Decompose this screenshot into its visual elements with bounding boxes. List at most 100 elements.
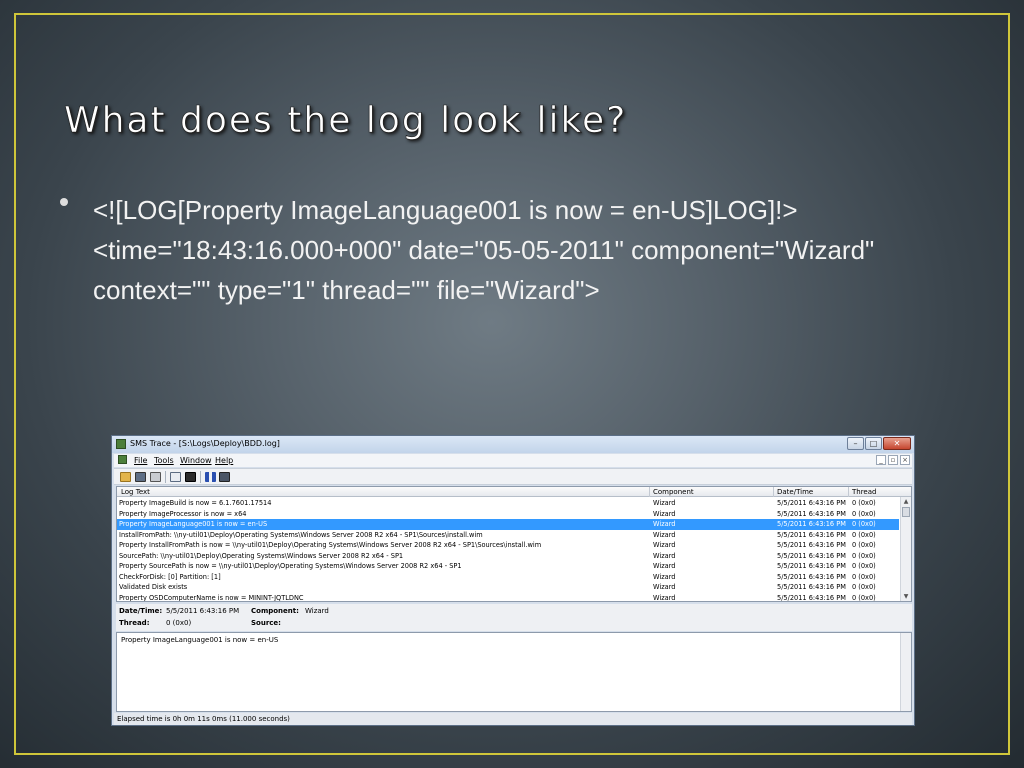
- table-row[interactable]: Property ImageBuild is now = 6.1.7601.17…: [117, 498, 899, 509]
- table-row[interactable]: Property ImageLanguage001 is now = en-US…: [117, 519, 899, 530]
- menu-file[interactable]: File: [134, 456, 147, 465]
- menu-help[interactable]: Help: [215, 456, 233, 465]
- table-row[interactable]: CheckForDisk: [0] Partition: [1] Wizard 5/…: [117, 572, 899, 583]
- row-component: Wizard: [653, 499, 676, 507]
- column-divider[interactable]: [773, 487, 774, 497]
- table-row[interactable]: Property InstallFromPath is now = \\ny-u…: [117, 540, 899, 551]
- row-log-text: Validated Disk exists: [119, 583, 188, 591]
- table-row[interactable]: Property ImageProcessor is now = x64 Wiza…: [117, 509, 899, 520]
- mdi-minimize-icon[interactable]: _: [876, 455, 886, 465]
- title-bar[interactable]: SMS Trace - [S:\Logs\Deploy\BDD.log] – □…: [112, 436, 914, 453]
- message-text: Property ImageLanguage001 is now = en-US: [121, 636, 279, 644]
- row-log-text: Property ImageProcessor is now = x64: [119, 509, 247, 518]
- row-log-text: Property InstallFromPath is now = \\ny-u…: [119, 541, 542, 549]
- column-thread[interactable]: Thread: [852, 488, 876, 496]
- mdi-restore-icon[interactable]: ▫: [888, 455, 898, 465]
- row-component: Wizard: [653, 509, 676, 518]
- find-icon[interactable]: [185, 472, 196, 482]
- row-log-text: Property SourcePath is now = \\ny-util01…: [119, 562, 462, 570]
- grid-scrollbar[interactable]: ▲ ▼: [900, 497, 911, 601]
- table-row[interactable]: Property SourcePath is now = \\ny-util01…: [117, 561, 899, 572]
- row-datetime: 5/5/2011 6:43:16 PM: [777, 562, 846, 570]
- menu-window[interactable]: Window: [180, 456, 212, 465]
- grid-header: Log Text Component Date/Time Thread: [117, 487, 911, 497]
- column-component[interactable]: Component: [653, 488, 694, 496]
- row-component: Wizard: [653, 583, 676, 591]
- row-thread: 0 (0x0): [852, 509, 876, 518]
- table-row[interactable]: SourcePath: \\ny-util01\Deploy\Operating…: [117, 551, 899, 562]
- status-bar: Elapsed time is 0h 0m 11s 0ms (11.000 se…: [114, 713, 912, 725]
- row-log-text: Property ImageBuild is now = 6.1.7601.17…: [119, 499, 272, 507]
- row-thread: 0 (0x0): [852, 551, 876, 560]
- copy-icon[interactable]: [170, 472, 181, 482]
- scroll-up-icon[interactable]: ▲: [901, 497, 911, 506]
- row-datetime: 5/5/2011 6:43:16 PM: [777, 551, 846, 560]
- row-component: Wizard: [653, 593, 676, 602]
- row-thread: 0 (0x0): [852, 562, 876, 570]
- row-log-text: CheckForDisk: [0] Partition: [1]: [119, 572, 221, 581]
- message-scrollbar[interactable]: [900, 633, 911, 711]
- save-icon[interactable]: [135, 472, 146, 482]
- close-button[interactable]: ✕: [883, 437, 911, 450]
- row-thread: 0 (0x0): [852, 520, 876, 528]
- column-datetime[interactable]: Date/Time: [777, 488, 813, 496]
- row-log-text: Property ImageLanguage001 is now = en-US: [119, 520, 268, 528]
- source-label: Source:: [251, 619, 281, 627]
- row-component: Wizard: [653, 551, 676, 560]
- row-component: Wizard: [653, 562, 676, 570]
- row-log-text: SourcePath: \\ny-util01\Deploy\Operating…: [119, 551, 404, 560]
- menu-tools[interactable]: Tools: [154, 456, 174, 465]
- row-datetime: 5/5/2011 6:43:16 PM: [777, 593, 846, 602]
- row-thread: 0 (0x0): [852, 572, 876, 581]
- document-icon[interactable]: [118, 455, 127, 464]
- row-datetime: 5/5/2011 6:43:16 PM: [777, 583, 846, 591]
- scroll-down-icon[interactable]: ▼: [901, 592, 911, 601]
- row-component: Wizard: [653, 572, 676, 581]
- column-divider[interactable]: [848, 487, 849, 497]
- datetime-value: 5/5/2011 6:43:16 PM: [166, 607, 240, 615]
- table-row[interactable]: Validated Disk exists Wizard 5/5/2011 6:43…: [117, 582, 899, 593]
- row-datetime: 5/5/2011 6:43:16 PM: [777, 509, 846, 518]
- layout-icon[interactable]: [219, 472, 230, 482]
- message-box[interactable]: Property ImageLanguage001 is now = en-US: [116, 632, 912, 712]
- column-divider[interactable]: [649, 487, 650, 497]
- window-title: SMS Trace - [S:\Logs\Deploy\BDD.log]: [130, 439, 280, 448]
- thread-value: 0 (0x0): [166, 619, 192, 627]
- open-folder-icon[interactable]: [120, 472, 131, 482]
- row-thread: 0 (0x0): [852, 499, 876, 507]
- row-datetime: 5/5/2011 6:43:16 PM: [777, 499, 846, 507]
- datetime-label: Date/Time:: [119, 607, 163, 615]
- row-datetime: 5/5/2011 6:43:16 PM: [777, 530, 846, 539]
- bullet-dot: [60, 198, 68, 206]
- slide-title: What does the log look like?: [64, 100, 628, 142]
- column-log-text[interactable]: Log Text: [121, 488, 150, 496]
- menu-bar: File Tools Window Help _ ▫ ×: [114, 454, 912, 467]
- row-component: Wizard: [653, 530, 676, 539]
- component-value: Wizard: [305, 607, 329, 615]
- print-icon[interactable]: [150, 472, 161, 482]
- row-datetime: 5/5/2011 6:43:16 PM: [777, 541, 846, 549]
- mdi-close-icon[interactable]: ×: [900, 455, 910, 465]
- toolbar: [114, 468, 912, 485]
- row-datetime: 5/5/2011 6:43:16 PM: [777, 572, 846, 581]
- toolbar-separator: [200, 471, 201, 483]
- minimize-button[interactable]: –: [847, 437, 864, 450]
- bullet-text: <![LOG[Property ImageLanguage001 is now …: [93, 195, 875, 305]
- row-thread: 0 (0x0): [852, 530, 876, 539]
- row-thread: 0 (0x0): [852, 593, 876, 602]
- row-thread: 0 (0x0): [852, 583, 876, 591]
- details-pane: Date/Time: 5/5/2011 6:43:16 PM Component…: [116, 604, 912, 631]
- row-datetime: 5/5/2011 6:43:16 PM: [777, 520, 846, 528]
- table-row[interactable]: Property OSDComputerName is now = MININT…: [117, 593, 899, 602]
- toolbar-separator: [165, 471, 166, 483]
- log-grid: Log Text Component Date/Time Thread Prop…: [116, 486, 912, 602]
- table-row[interactable]: InstallFromPath: \\ny-util01\Deploy\Oper…: [117, 530, 899, 541]
- pause-icon[interactable]: [205, 472, 216, 482]
- scroll-thumb[interactable]: [902, 507, 910, 517]
- sms-trace-window: SMS Trace - [S:\Logs\Deploy\BDD.log] – □…: [111, 435, 915, 726]
- row-component: Wizard: [653, 541, 676, 549]
- maximize-button[interactable]: □: [865, 437, 882, 450]
- row-log-text: Property OSDComputerName is now = MININT…: [119, 593, 304, 602]
- component-label: Component:: [251, 607, 299, 615]
- app-icon: [116, 439, 126, 449]
